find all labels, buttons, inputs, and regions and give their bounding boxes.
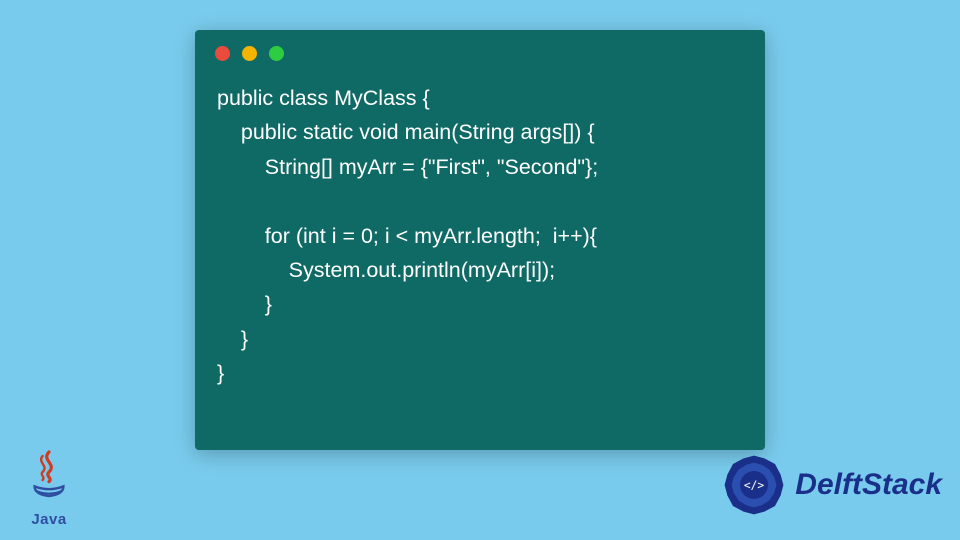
code-line: System.out.println(myArr[i]); xyxy=(217,258,555,282)
code-line: for (int i = 0; i < myArr.length; i++){ xyxy=(217,224,597,248)
maximize-icon[interactable] xyxy=(269,46,284,61)
svg-text:</>: </> xyxy=(744,479,764,492)
delftstack-badge-icon: </> xyxy=(719,450,789,520)
close-icon[interactable] xyxy=(215,46,230,61)
code-line: String[] myArr = {"First", "Second"}; xyxy=(217,155,598,179)
delftstack-text: DelftStack xyxy=(795,468,942,502)
java-logo: Java xyxy=(18,448,80,528)
code-line: } xyxy=(217,361,224,385)
code-line: } xyxy=(217,327,248,351)
window-traffic-lights xyxy=(195,30,765,71)
code-line: } xyxy=(217,292,272,316)
java-cup-icon xyxy=(18,448,80,511)
java-logo-label: Java xyxy=(18,511,80,528)
code-window: public class MyClass { public static voi… xyxy=(195,30,765,450)
code-line: public static void main(String args[]) { xyxy=(217,120,595,144)
code-block: public class MyClass { public static voi… xyxy=(195,71,765,411)
code-line: public class MyClass { xyxy=(217,86,430,110)
delftstack-brand: </> DelftStack xyxy=(719,450,942,520)
minimize-icon[interactable] xyxy=(242,46,257,61)
